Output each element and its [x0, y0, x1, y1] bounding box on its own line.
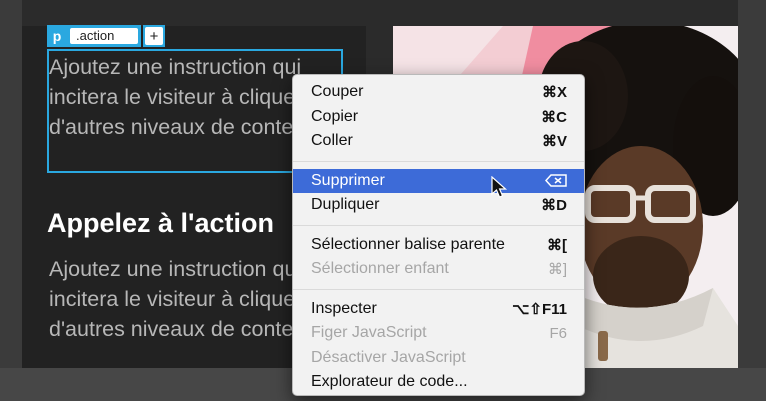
menu-item-freeze-javascript[interactable]: Figer JavaScript F6 — [293, 321, 584, 346]
menu-item-label: Explorateur de code... — [311, 373, 468, 391]
class-selector-value[interactable]: .action — [70, 28, 138, 44]
menu-item-copy[interactable]: Copier ⌘C — [293, 105, 584, 130]
context-menu: Couper ⌘X Copier ⌘C Coller ⌘V Supprimer Dup… — [292, 74, 585, 396]
menu-item-paste[interactable]: Coller ⌘V — [293, 129, 584, 154]
menu-item-inspect[interactable]: Inspecter ⌥⇧F11 — [293, 297, 584, 322]
menu-shortcut: ⌘V — [541, 133, 567, 151]
menu-item-label: Supprimer — [311, 171, 385, 189]
menu-shortcut: ⌥⇧F11 — [512, 300, 567, 318]
call-to-action-heading[interactable]: Appelez à l'action — [47, 208, 274, 239]
delete-key-icon — [545, 174, 567, 187]
menu-shortcut: ⌘C — [541, 108, 567, 126]
menu-item-label: Copier — [311, 107, 359, 125]
menu-item-label: Sélectionner enfant — [311, 260, 449, 278]
menu-separator — [293, 224, 584, 226]
tag-name-badge[interactable]: p — [47, 25, 67, 47]
class-selector[interactable]: .action — [67, 25, 141, 47]
menu-item-label: Désactiver JavaScript — [311, 348, 466, 366]
menu-separator — [293, 288, 584, 290]
menu-shortcut: F6 — [549, 324, 567, 342]
menu-item-label: Sélectionner balise parente — [311, 235, 505, 253]
menu-item-label: Figer JavaScript — [311, 324, 427, 342]
menu-item-label: Coller — [311, 132, 353, 150]
plus-icon: + — [145, 27, 163, 45]
menu-item-label: Dupliquer — [311, 196, 380, 214]
menu-shortcut: ⌘] — [547, 261, 567, 279]
menu-shortcut: ⌘D — [541, 197, 567, 215]
menu-item-delete[interactable]: Supprimer — [293, 168, 584, 193]
menu-shortcut: ⌘X — [541, 84, 567, 102]
menu-item-cut[interactable]: Couper ⌘X — [293, 80, 584, 105]
menu-item-code-navigator[interactable]: Explorateur de code... — [293, 370, 584, 395]
add-class-button[interactable]: + — [143, 25, 165, 47]
menu-item-label: Couper — [311, 83, 364, 101]
menu-shortcut: ⌘[ — [547, 236, 567, 254]
menu-item-duplicate[interactable]: Dupliquer ⌘D — [293, 193, 584, 218]
menu-item-disable-javascript[interactable]: Désactiver JavaScript — [293, 346, 584, 371]
menu-separator — [293, 160, 584, 162]
menu-item-select-child[interactable]: Sélectionner enfant ⌘] — [293, 257, 584, 282]
menu-item-label: Inspecter — [311, 299, 377, 317]
arrow-cursor-icon — [491, 176, 508, 198]
menu-item-select-parent[interactable]: Sélectionner balise parente ⌘[ — [293, 233, 584, 258]
element-tag-toolbar: p .action + — [47, 25, 165, 47]
